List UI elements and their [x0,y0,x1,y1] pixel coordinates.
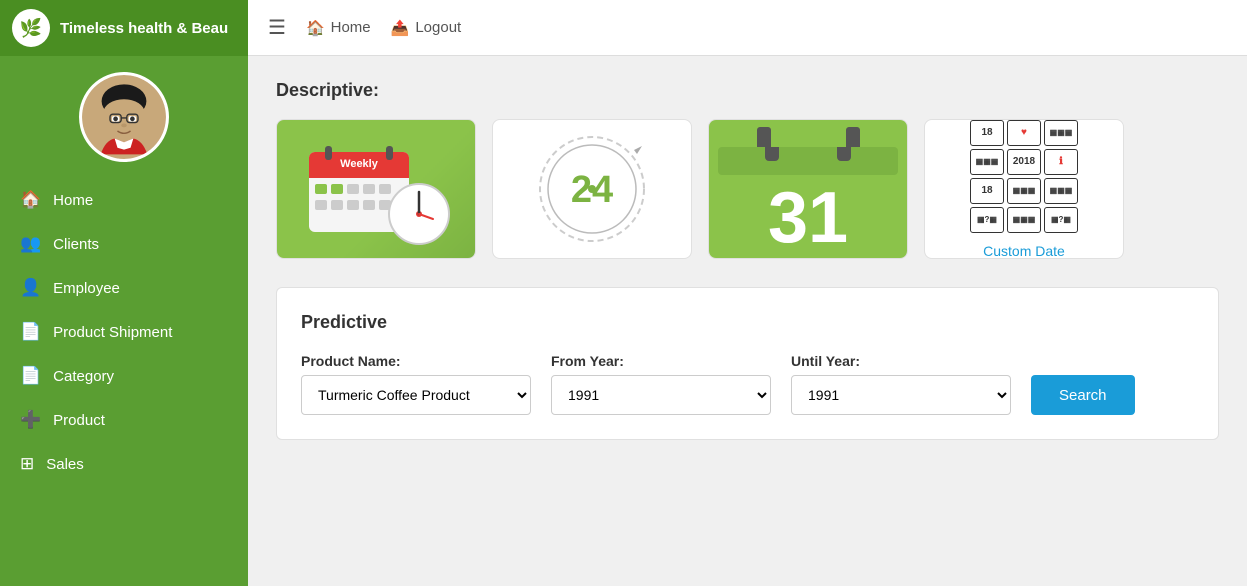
sidebar: 🌿 Timeless health & Beau [0,0,248,586]
logo-icon: 🌿 [20,18,42,39]
cards-row: Weekly [276,119,1219,259]
24h-card[interactable]: 24 [492,119,692,259]
predictive-form: Product Name: Turmeric Coffee Product Pr… [301,353,1194,415]
sidebar-item-label: Sales [46,456,84,473]
cal-cell-12: ▦?▦ [1044,207,1078,233]
home-icon: 🏠 [20,190,41,210]
shipment-icon: 📄 [20,322,41,342]
employee-icon: 👤 [20,278,41,298]
search-button[interactable]: Search [1031,375,1135,415]
clients-icon: 👥 [20,234,41,254]
31-card-inner: 31 [709,120,907,258]
cal-cell-3: ▦▦▦ [1044,120,1078,146]
custom-date-grid: 18 ♥ ▦▦▦ ▦▦▦ 2018 ℹ 18 ▦▦▦ ▦▦▦ ▦?▦ ▦▦▦ ▦… [970,120,1078,233]
content-area: Descriptive: Weekly [248,56,1247,586]
logout-label: Logout [415,19,461,36]
sidebar-item-label: Home [53,192,93,209]
weekly-card[interactable]: Weekly [276,119,476,259]
topbar: ☰ 🏠 Home 📤 Logout [248,0,1247,56]
sidebar-item-label: Product [53,412,105,429]
cal-cell-10: ▦?▦ [970,207,1004,233]
home-topbar-icon: 🏠 [306,19,325,37]
sidebar-avatar-area [0,56,248,170]
sidebar-logo: 🌿 [12,9,50,47]
from-year-group: From Year: 1991 1992 1993 2000 2010 2020 [551,353,771,415]
sidebar-item-home[interactable]: 🏠 Home [0,178,248,222]
from-year-select[interactable]: 1991 1992 1993 2000 2010 2020 [551,375,771,415]
logout-icon: 📤 [391,19,410,37]
predictive-title: Predictive [301,312,1194,333]
cal-cell-8: ▦▦▦ [1007,178,1041,204]
sales-icon: ⊞ [20,454,34,474]
sidebar-item-product-shipment[interactable]: 📄 Product Shipment [0,310,248,354]
predictive-section: Predictive Product Name: Turmeric Coffee… [276,287,1219,440]
sidebar-item-employee[interactable]: 👤 Employee [0,266,248,310]
logout-link[interactable]: 📤 Logout [391,19,462,37]
svg-text:Weekly: Weekly [340,158,379,170]
product-name-group: Product Name: Turmeric Coffee Product Pr… [301,353,531,415]
sidebar-brand: Timeless health & Beau [60,20,228,37]
custom-date-card[interactable]: 18 ♥ ▦▦▦ ▦▦▦ 2018 ℹ 18 ▦▦▦ ▦▦▦ ▦?▦ ▦▦▦ ▦… [924,119,1124,259]
descriptive-title: Descriptive: [276,80,1219,101]
sidebar-item-label: Product Shipment [53,324,172,341]
sidebar-header: 🌿 Timeless health & Beau [0,0,248,56]
calendar-peg-left [757,127,771,147]
cal-cell-4: ▦▦▦ [970,149,1004,175]
cal-cell-1: 18 [970,120,1004,146]
custom-date-label: Custom Date [983,243,1065,259]
cal-cell-9: ▦▦▦ [1044,178,1078,204]
from-year-label: From Year: [551,353,771,369]
calendar-peg-right [846,127,860,147]
cal-cell-5: 2018 [1007,149,1041,175]
main-area: ☰ 🏠 Home 📤 Logout Descriptive: [248,0,1247,586]
svg-text:31: 31 [768,178,848,257]
sidebar-item-sales[interactable]: ⊞ Sales [0,442,248,486]
sidebar-item-label: Clients [53,236,99,253]
cal-cell-11: ▦▦▦ [1007,207,1041,233]
sidebar-item-category[interactable]: 📄 Category [0,354,248,398]
home-link[interactable]: 🏠 Home [306,19,371,37]
until-year-select[interactable]: 1991 1992 1993 2000 2010 2020 [791,375,1011,415]
until-year-label: Until Year: [791,353,1011,369]
sidebar-nav: 🏠 Home 👥 Clients 👤 Employee 📄 Product Sh… [0,178,248,486]
cal-cell-7: 18 [970,178,1004,204]
menu-toggle-button[interactable]: ☰ [268,15,286,40]
sidebar-item-clients[interactable]: 👥 Clients [0,222,248,266]
home-topbar-label: Home [331,19,371,36]
cal-cell-6: ℹ [1044,149,1078,175]
descriptive-section: Descriptive: Weekly [276,80,1219,259]
sidebar-item-label: Category [53,368,114,385]
avatar [79,72,169,162]
cal-cell-2: ♥ [1007,120,1041,146]
product-name-label: Product Name: [301,353,531,369]
31-card-top [709,121,907,147]
category-icon: 📄 [20,366,41,386]
31-card[interactable]: 31 [708,119,908,259]
product-icon: ➕ [20,410,41,430]
until-year-group: Until Year: 1991 1992 1993 2000 2010 202… [791,353,1011,415]
sidebar-item-label: Employee [53,280,120,297]
product-name-select[interactable]: Turmeric Coffee Product Product A Produc… [301,375,531,415]
sidebar-item-product[interactable]: ➕ Product [0,398,248,442]
